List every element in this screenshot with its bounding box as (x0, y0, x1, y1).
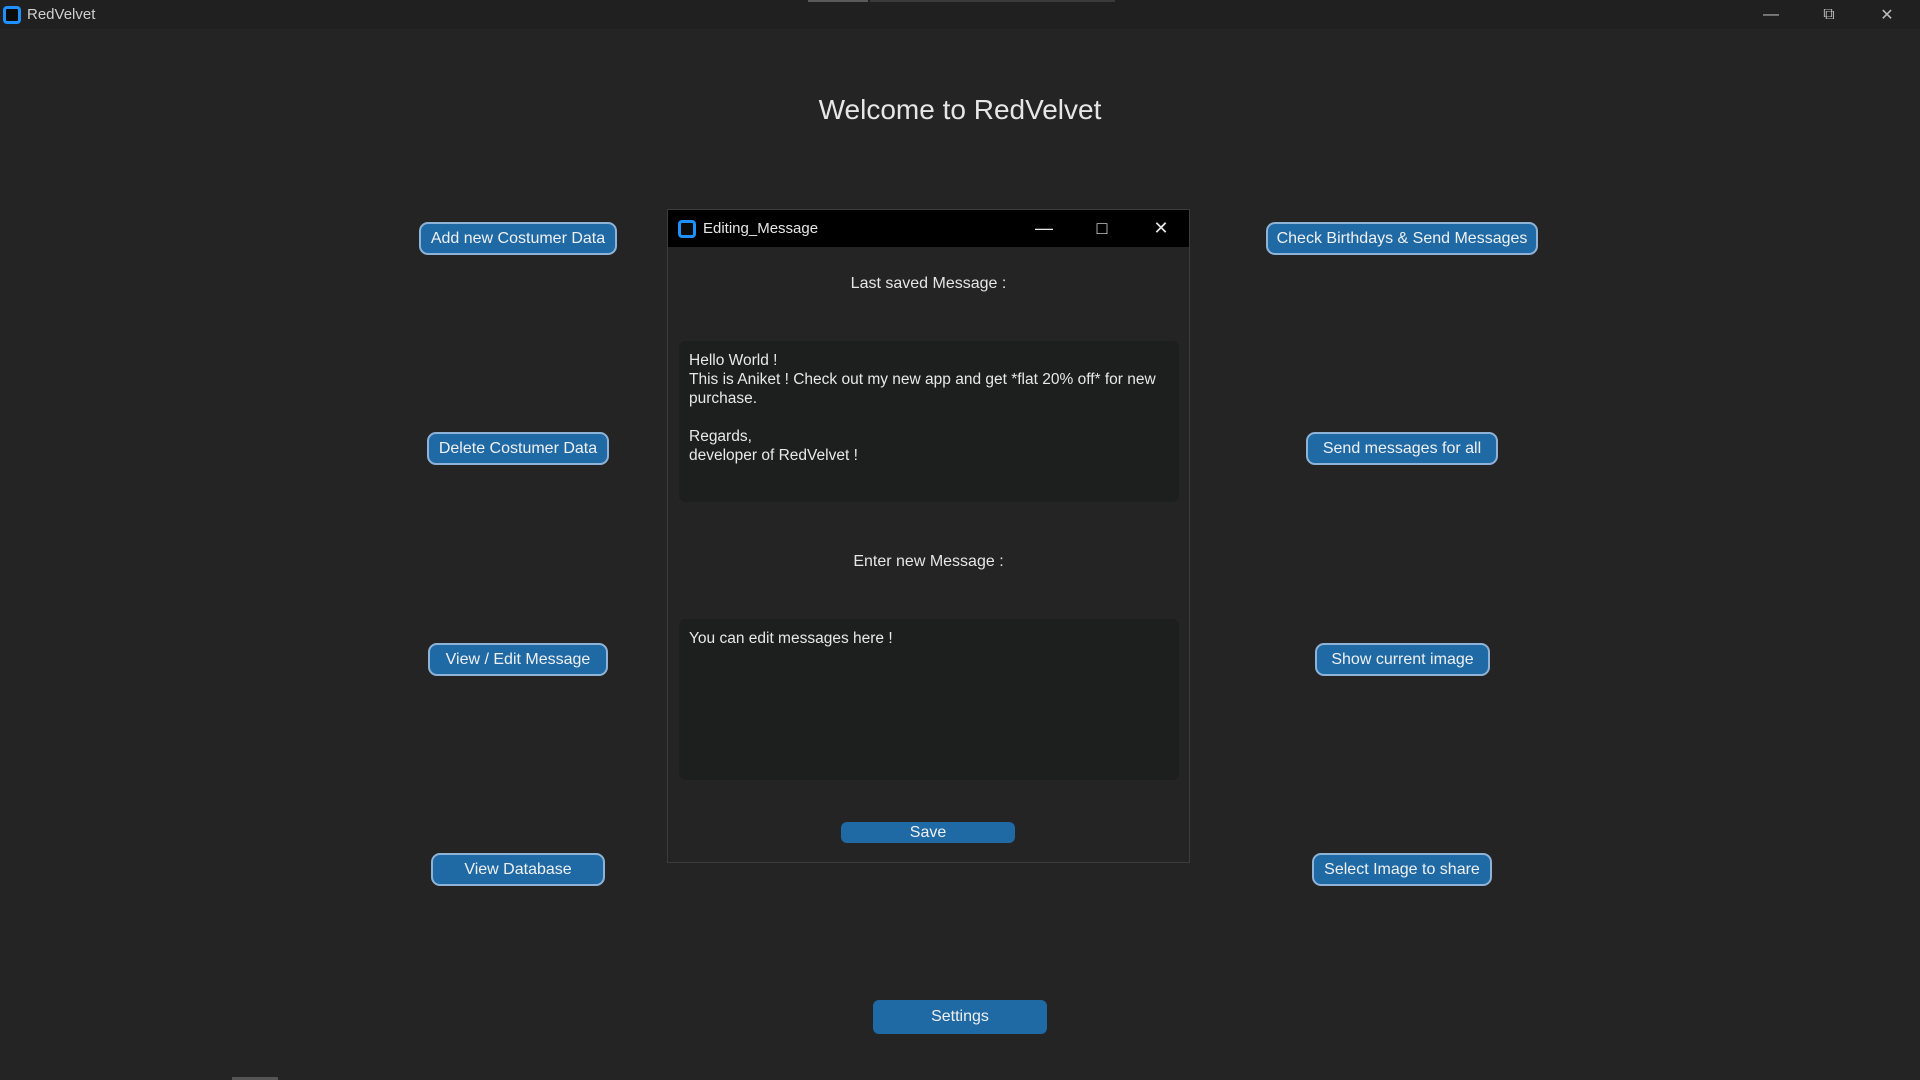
check-birthdays-button[interactable]: Check Birthdays & Send Messages (1266, 222, 1538, 255)
settings-button[interactable]: Settings (873, 1000, 1047, 1034)
save-button[interactable]: Save (841, 822, 1015, 843)
dialog-close-icon[interactable]: ✕ (1132, 210, 1190, 247)
app-icon (3, 6, 21, 24)
new-message-label: Enter new Message : (853, 553, 1004, 570)
last-saved-label: Last saved Message : (850, 275, 1007, 292)
new-message-input[interactable]: You can edit messages here ! (679, 619, 1179, 780)
select-image-button[interactable]: Select Image to share (1312, 853, 1492, 886)
delete-customer-button[interactable]: Delete Costumer Data (427, 432, 609, 465)
window-titlebar: RedVelvet — ⧉ ✕ (0, 0, 1920, 29)
last-saved-message-box[interactable]: Hello World ! This is Aniket ! Check out… (679, 341, 1179, 502)
add-customer-button[interactable]: Add new Costumer Data (419, 222, 617, 255)
minimize-icon[interactable]: — (1742, 0, 1800, 29)
dialog-titlebar: Editing_Message — □ ✕ (668, 210, 1189, 247)
close-icon[interactable]: ✕ (1858, 0, 1916, 29)
view-edit-message-button[interactable]: View / Edit Message (428, 643, 608, 676)
send-all-button[interactable]: Send messages for all (1306, 432, 1498, 465)
restore-icon[interactable]: ⧉ (1800, 0, 1858, 29)
dialog-maximize-icon[interactable]: □ (1073, 210, 1131, 247)
page-title: Welcome to RedVelvet (818, 94, 1102, 125)
show-image-button[interactable]: Show current image (1315, 643, 1490, 676)
window-title: RedVelvet (27, 6, 96, 23)
title-divider (808, 0, 868, 2)
dialog-title: Editing_Message (703, 220, 819, 237)
title-divider (870, 0, 1115, 2)
dialog-minimize-icon[interactable]: — (1015, 210, 1073, 247)
editing-message-dialog: Editing_Message — □ ✕ Last saved Message… (667, 209, 1190, 863)
dialog-app-icon (678, 220, 696, 238)
view-database-button[interactable]: View Database (431, 853, 605, 886)
